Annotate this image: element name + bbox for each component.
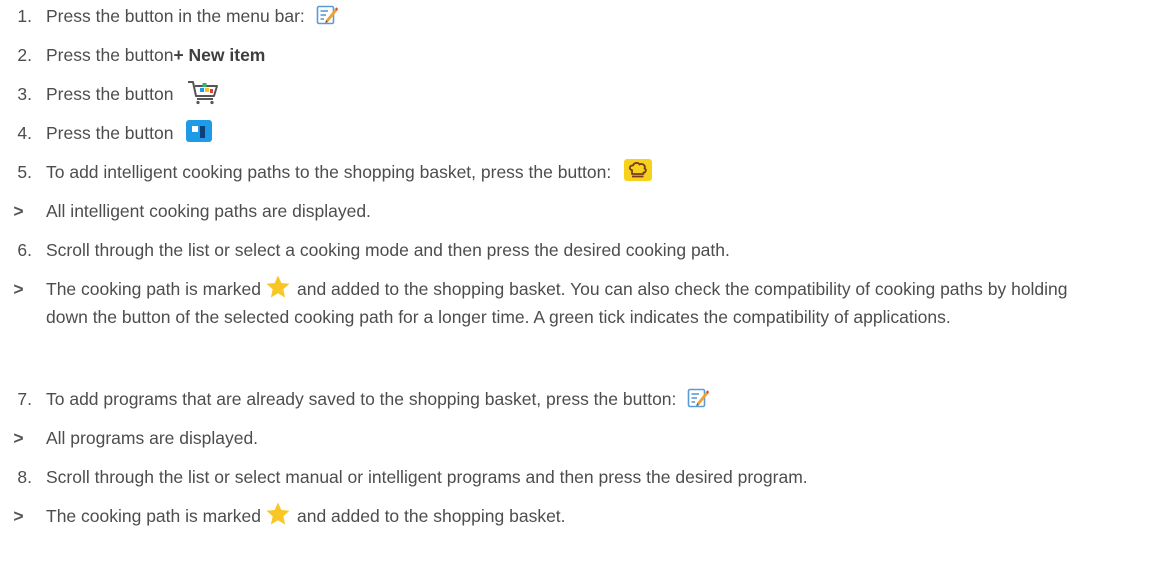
step-result-6: > The cooking path is marked and added t… (0, 275, 1152, 331)
step-result-7: > All programs are displayed. (0, 424, 1152, 452)
step-text-after: and added to the shopping basket. (296, 506, 566, 526)
step-marker: 8. (17, 467, 32, 487)
instruction-steps: 1. Press the button in the menu bar: 2. … (0, 0, 1152, 588)
step-4: 4. Press the button (0, 119, 1152, 147)
step-text: Press the button in the menu bar: (46, 6, 305, 26)
step-5: 5. To add intelligent cooking paths to t… (0, 158, 1152, 186)
result-marker: > (13, 201, 24, 221)
new-item-label: + New item (173, 45, 266, 65)
edit-icon (316, 6, 338, 25)
step-text: Scroll through the list or select manual… (46, 467, 808, 487)
step-marker: 4. (17, 123, 32, 143)
step-marker: 6. (17, 240, 32, 260)
chef-hat-icon (624, 159, 653, 182)
step-text-before: The cooking path is marked (46, 279, 261, 299)
step-marker: 7. (17, 389, 32, 409)
step-1: 1. Press the button in the menu bar: (0, 2, 1152, 30)
edit-icon (687, 389, 710, 408)
step-text: Press the button (46, 123, 174, 143)
step-2: 2. Press the button+ New item (0, 41, 1152, 69)
blue-tile-icon (186, 120, 213, 143)
step-8: 8. Scroll through the list or select man… (0, 463, 1152, 491)
step-7: 7. To add programs that are already save… (0, 385, 1152, 413)
step-6: 6. Scroll through the list or select a c… (0, 236, 1152, 264)
step-text: All intelligent cooking paths are displa… (46, 201, 371, 221)
step-marker: 5. (17, 162, 32, 182)
step-text: Press the button (46, 84, 174, 104)
step-text: Scroll through the list or select a cook… (46, 240, 730, 260)
step-text: Press the button (46, 45, 174, 65)
step-result-5: > All intelligent cooking paths are disp… (0, 197, 1152, 225)
result-marker: > (13, 279, 24, 299)
star-icon (266, 502, 290, 525)
step-text: All programs are displayed. (46, 428, 259, 448)
step-text-before: The cooking path is marked (46, 506, 261, 526)
result-marker: > (13, 506, 24, 526)
step-text: To add intelligent cooking paths to the … (46, 162, 612, 182)
step-text: To add programs that are already saved t… (46, 389, 677, 409)
step-marker: 3. (17, 84, 32, 104)
result-marker: > (13, 428, 24, 448)
step-marker: 2. (17, 45, 32, 65)
step-result-8: > The cooking path is marked and added t… (0, 502, 1152, 530)
step-3: 3. Press the button (0, 80, 1152, 108)
step-marker: 1. (17, 6, 32, 26)
shopping-cart-icon (188, 81, 219, 105)
star-icon (266, 275, 290, 298)
